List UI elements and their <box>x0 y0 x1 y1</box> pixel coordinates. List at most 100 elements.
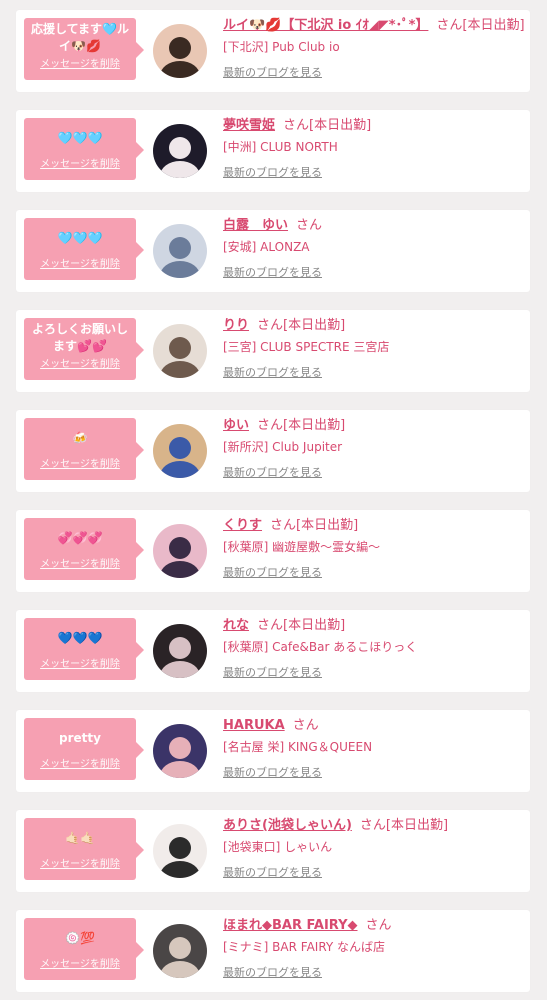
latest-blog-link[interactable]: 最新のブログを見る <box>223 865 523 881</box>
cast-suffix: さん[本日出勤] <box>257 618 346 633</box>
message-text: pretty <box>59 730 101 745</box>
message-bubble: 🤙🏻🤙🏻 メッセージを削除 <box>24 818 144 880</box>
avatar[interactable] <box>153 824 207 878</box>
latest-blog-link[interactable]: 最新のブログを見る <box>223 165 523 181</box>
message-text: 🤙🏻🤙🏻 <box>65 830 95 845</box>
cast-name-link[interactable]: りり <box>223 318 249 333</box>
cast-info: HARUKA さん [名古屋 栄] KING＆QUEEN 最新のブログを見る <box>223 716 523 781</box>
message-list: 応援してます🩵ルイ🐶💋 メッセージを削除 ルイ🐶💋【下北沢 io ｲｵ◢◤*･ﾟ… <box>0 0 547 1000</box>
cast-suffix: さん[本日出勤] <box>257 418 346 433</box>
message-bubble: 応援してます🩵ルイ🐶💋 メッセージを削除 <box>24 18 144 80</box>
store-name: [新所沢] Club Jupiter <box>223 440 343 454</box>
cast-info: りり さん[本日出勤] [三宮] CLUB SPECTRE 三宮店 最新のブログを… <box>223 316 523 381</box>
message-text: 🩵🩵🩵 <box>57 130 103 145</box>
store-name: [ミナミ] BAR FAIRY なんば店 <box>223 940 386 954</box>
avatar[interactable] <box>153 224 207 278</box>
latest-blog-link[interactable]: 最新のブログを見る <box>223 565 523 581</box>
latest-blog-link[interactable]: 最新のブログを見る <box>223 465 523 481</box>
avatar[interactable] <box>153 624 207 678</box>
name-line: くりす さん[本日出勤] <box>223 516 523 536</box>
message-card: 💞💞💞 メッセージを削除 くりす さん[本日出勤] [秋葉原] 幽遊屋敷〜霊女編〜… <box>16 510 530 592</box>
delete-message-link[interactable]: メッセージを削除 <box>27 958 133 972</box>
cast-suffix: さん[本日出勤] <box>283 118 372 133</box>
avatar[interactable] <box>153 924 207 978</box>
cast-name-link[interactable]: 夢咲雪姫 <box>223 118 275 133</box>
avatar-image <box>153 824 207 878</box>
message-card: よろしくお願いします💕💕 メッセージを削除 りり さん[本日出勤] [三宮] CL… <box>16 310 530 392</box>
cast-info: ルイ🐶💋【下北沢 io ｲｵ◢◤*･ﾟ*】 さん[本日出勤] [下北沢] Pub … <box>223 16 525 81</box>
delete-message-link[interactable]: メッセージを削除 <box>27 758 133 772</box>
cast-suffix: さん[本日出勤] <box>257 318 346 333</box>
cast-name-link[interactable]: ありさ(池袋しゃいん) <box>223 818 352 833</box>
cast-suffix: さん[本日出勤] <box>359 818 449 833</box>
delete-message-link[interactable]: メッセージを削除 <box>27 858 133 872</box>
store-name: [中洲] CLUB NORTH <box>223 140 338 154</box>
latest-blog-link[interactable]: 最新のブログを見る <box>223 365 523 381</box>
cast-info: くりす さん[本日出勤] [秋葉原] 幽遊屋敷〜霊女編〜 最新のブログを見る <box>223 516 523 581</box>
message-bubble: 🩵🩵🩵 メッセージを削除 <box>24 118 144 180</box>
cast-info: ありさ(池袋しゃいん) さん[本日出勤] [池袋東口] しゃいん 最新のブログを見… <box>223 816 523 881</box>
avatar[interactable] <box>153 124 207 178</box>
cast-name-link[interactable]: 白露 ゆい <box>223 218 288 233</box>
latest-blog-link[interactable]: 最新のブログを見る <box>223 965 523 981</box>
name-line: 白露 ゆい さん <box>223 216 523 236</box>
message-text: 💙💙💙 <box>57 630 103 645</box>
avatar[interactable] <box>153 424 207 478</box>
cast-info: ゆい さん[本日出勤] [新所沢] Club Jupiter 最新のブログを見る <box>223 416 523 481</box>
cast-info: ほまれ◆BAR FAIRY◆ さん [ミナミ] BAR FAIRY なんば店 最新… <box>223 916 523 981</box>
store-name: [秋葉原] Cafe&Bar あるこほりっく <box>223 640 418 654</box>
message-card: pretty メッセージを削除 HARUKA さん [名古屋 栄] KING＆QU… <box>16 710 530 792</box>
avatar[interactable] <box>153 524 207 578</box>
name-line: ゆい さん[本日出勤] <box>223 416 523 436</box>
avatar-image <box>153 524 207 578</box>
name-line: 夢咲雪姫 さん[本日出勤] <box>223 116 523 136</box>
latest-blog-link[interactable]: 最新のブログを見る <box>223 65 523 81</box>
avatar-image <box>153 324 207 378</box>
avatar-image <box>153 924 207 978</box>
avatar-image <box>153 224 207 278</box>
cast-name-link[interactable]: HARUKA <box>223 718 285 733</box>
delete-message-link[interactable]: メッセージを削除 <box>27 658 133 672</box>
delete-message-link[interactable]: メッセージを削除 <box>27 458 133 472</box>
avatar[interactable] <box>153 24 207 78</box>
store-name: [安城] ALONZA <box>223 240 310 254</box>
store-name: [池袋東口] しゃいん <box>223 840 333 854</box>
delete-message-link[interactable]: メッセージを削除 <box>27 158 133 172</box>
message-bubble: 🍻 メッセージを削除 <box>24 418 144 480</box>
message-bubble: 💞💞💞 メッセージを削除 <box>24 518 144 580</box>
latest-blog-link[interactable]: 最新のブログを見る <box>223 665 523 681</box>
latest-blog-link[interactable]: 最新のブログを見る <box>223 265 523 281</box>
cast-info: 夢咲雪姫 さん[本日出勤] [中洲] CLUB NORTH 最新のブログを見る <box>223 116 523 181</box>
cast-name-link[interactable]: ほまれ◆BAR FAIRY◆ <box>223 918 358 933</box>
message-card: 🍻 メッセージを削除 ゆい さん[本日出勤] [新所沢] Club Jupiter… <box>16 410 530 492</box>
cast-name-link[interactable]: ゆい <box>223 418 249 433</box>
message-card: 🩵🩵🩵 メッセージを削除 夢咲雪姫 さん[本日出勤] [中洲] CLUB NORT… <box>16 110 530 192</box>
avatar-image <box>153 424 207 478</box>
message-card: 🍥💯 メッセージを削除 ほまれ◆BAR FAIRY◆ さん [ミナミ] BAR F… <box>16 910 530 992</box>
message-bubble: よろしくお願いします💕💕 メッセージを削除 <box>24 318 144 380</box>
cast-name-link[interactable]: れな <box>223 618 249 633</box>
delete-message-link[interactable]: メッセージを削除 <box>27 58 133 72</box>
latest-blog-link[interactable]: 最新のブログを見る <box>223 765 523 781</box>
cast-info: れな さん[本日出勤] [秋葉原] Cafe&Bar あるこほりっく 最新のブログ… <box>223 616 523 681</box>
avatar-image <box>153 124 207 178</box>
name-line: りり さん[本日出勤] <box>223 316 523 336</box>
cast-suffix: さん[本日出勤] <box>270 518 359 533</box>
name-line: HARUKA さん <box>223 716 523 736</box>
cast-name-link[interactable]: ルイ🐶💋【下北沢 io ｲｵ◢◤*･ﾟ*】 <box>223 18 428 33</box>
message-text: 💞💞💞 <box>57 530 103 545</box>
name-line: ルイ🐶💋【下北沢 io ｲｵ◢◤*･ﾟ*】 さん[本日出勤] <box>223 16 525 36</box>
avatar[interactable] <box>153 324 207 378</box>
delete-message-link[interactable]: メッセージを削除 <box>27 258 133 272</box>
message-card: 🩵🩵🩵 メッセージを削除 白露 ゆい さん [安城] ALONZA 最新のブログを… <box>16 210 530 292</box>
cast-name-link[interactable]: くりす <box>223 518 262 533</box>
delete-message-link[interactable]: メッセージを削除 <box>27 558 133 572</box>
message-text: 🍥💯 <box>65 930 95 945</box>
avatar-image <box>153 624 207 678</box>
avatar[interactable] <box>153 724 207 778</box>
delete-message-link[interactable]: メッセージを削除 <box>27 358 133 372</box>
message-bubble: 🩵🩵🩵 メッセージを削除 <box>24 218 144 280</box>
message-text: よろしくお願いします💕💕 <box>31 322 128 353</box>
message-bubble: pretty メッセージを削除 <box>24 718 144 780</box>
cast-suffix: さん <box>292 718 319 733</box>
